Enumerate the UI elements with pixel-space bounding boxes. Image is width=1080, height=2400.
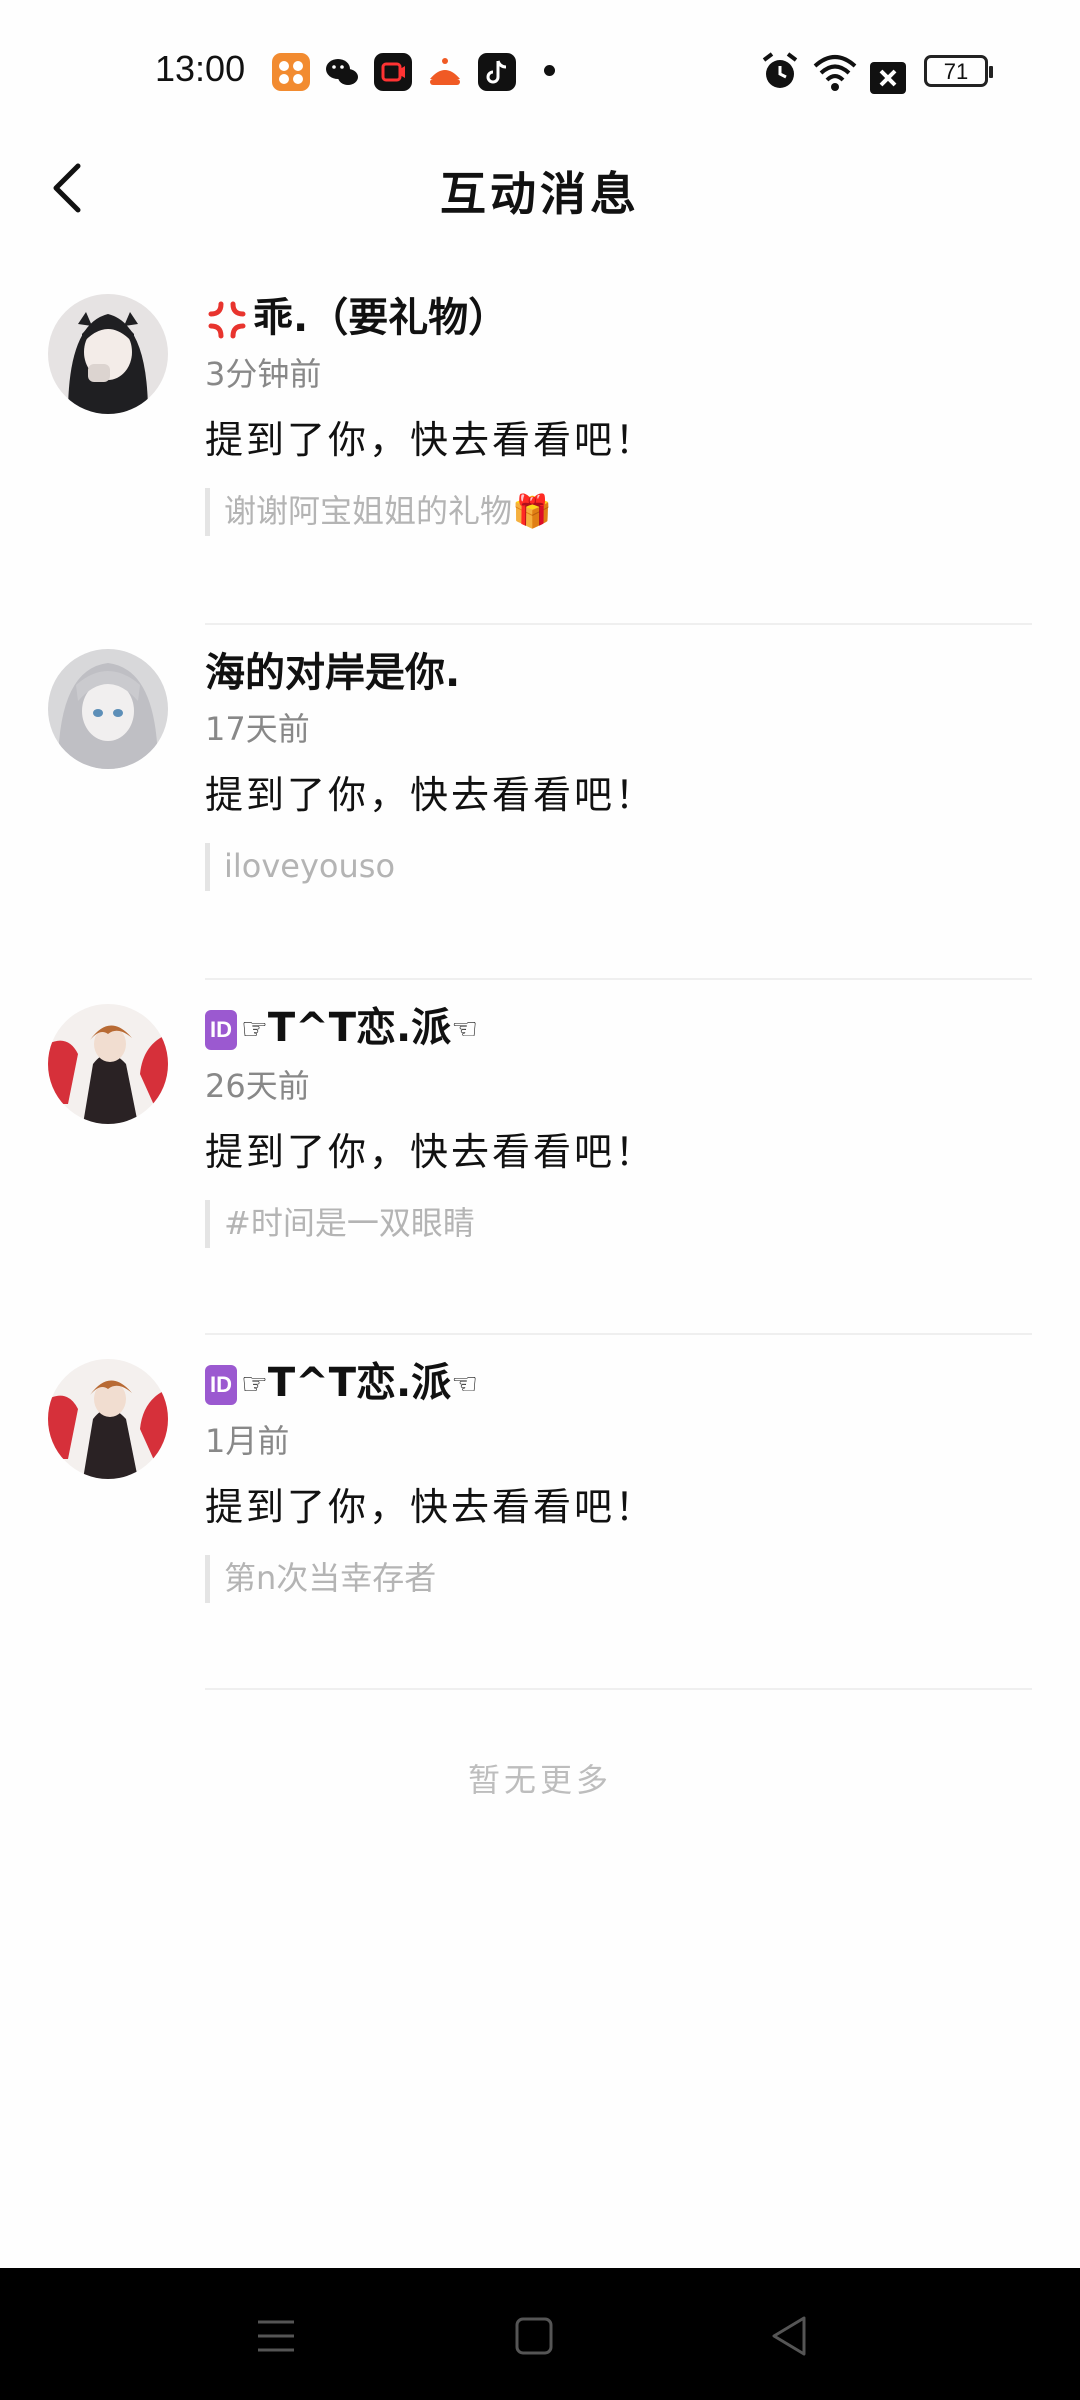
mention-text: 提到了你，快去看看吧！	[205, 1130, 657, 1174]
avatar[interactable]	[48, 294, 168, 414]
sim-off-icon	[870, 62, 906, 94]
alarm-icon	[762, 52, 798, 88]
status-bar: 13:00 71	[0, 0, 1080, 140]
message-list: 乖.（要礼物） 3分钟前 提到了你，快去看看吧！ 谢谢阿宝姐姐的礼物🎁 海的对岸…	[0, 270, 1080, 1690]
pointing-hand-icon: ☜	[451, 1367, 479, 1402]
quoted-comment[interactable]: 谢谢阿宝姐姐的礼物🎁	[205, 488, 1032, 536]
message-time: 26天前	[205, 1067, 310, 1105]
taobao-icon	[426, 53, 464, 91]
wechat-icon	[323, 53, 361, 91]
video-app-icon	[374, 53, 412, 91]
more-notifications-dot	[544, 65, 555, 76]
tiktok-icon	[478, 53, 516, 91]
mention-text: 提到了你，快去看看吧！	[205, 1485, 657, 1529]
message-time: 17天前	[205, 710, 310, 748]
wifi-icon	[813, 55, 857, 91]
pointing-hand-icon: ☜	[451, 1012, 479, 1047]
quoted-comment[interactable]: iloveyouso	[205, 843, 1032, 891]
mention-text: 提到了你，快去看看吧！	[205, 773, 657, 817]
mention-text: 提到了你，快去看看吧！	[205, 418, 657, 462]
no-more-label: 暂无更多	[467, 1761, 612, 1799]
quoted-comment[interactable]: 第n次当幸存者	[205, 1555, 1032, 1603]
sender-name[interactable]: ID ☞T^T恋.派☜	[205, 1355, 1032, 1413]
anger-symbol-icon	[208, 301, 246, 339]
menu-icon[interactable]	[248, 2308, 304, 2364]
back-icon[interactable]	[762, 2308, 818, 2364]
page-title: 互动消息	[440, 167, 640, 221]
orange-app-icon	[272, 53, 310, 91]
battery-icon: 71	[924, 55, 993, 87]
sender-name-text: T^T恋.派	[267, 1005, 452, 1051]
message-item[interactable]: ID ☞T^T恋.派☜ 26天前 提到了你，快去看看吧！ #时间是一双眼睛	[0, 980, 1080, 1335]
sender-name-text: T^T恋.派	[267, 1360, 452, 1406]
message-item[interactable]: 乖.（要礼物） 3分钟前 提到了你，快去看看吧！ 谢谢阿宝姐姐的礼物🎁	[0, 270, 1080, 625]
id-badge-icon: ID	[205, 1010, 237, 1050]
sender-name[interactable]: 乖.（要礼物）	[205, 290, 1032, 346]
sender-name-text: 乖.（要礼物）	[253, 295, 509, 341]
quoted-comment[interactable]: #时间是一双眼睛	[205, 1200, 1032, 1248]
status-time: 13:00	[155, 48, 246, 89]
message-time: 1月前	[205, 1422, 290, 1460]
divider	[205, 1688, 1032, 1690]
message-item[interactable]: ID ☞T^T恋.派☜ 1月前 提到了你，快去看看吧！ 第n次当幸存者	[0, 1335, 1080, 1690]
pointing-hand-icon: ☞	[241, 1367, 268, 1402]
sender-name[interactable]: 海的对岸是你.	[205, 645, 1032, 701]
sender-name[interactable]: ID ☞T^T恋.派☜	[205, 1000, 1032, 1058]
home-icon[interactable]	[506, 2308, 562, 2364]
avatar[interactable]	[48, 1359, 168, 1479]
message-time: 3分钟前	[205, 355, 322, 393]
avatar[interactable]	[48, 649, 168, 769]
header: 互动消息	[0, 140, 1080, 230]
id-badge-icon: ID	[205, 1365, 237, 1405]
avatar[interactable]	[48, 1004, 168, 1124]
system-nav-bar	[0, 2268, 1080, 2400]
message-item[interactable]: 海的对岸是你. 17天前 提到了你，快去看看吧！ iloveyouso	[0, 625, 1080, 980]
pointing-hand-icon: ☞	[241, 1012, 268, 1047]
